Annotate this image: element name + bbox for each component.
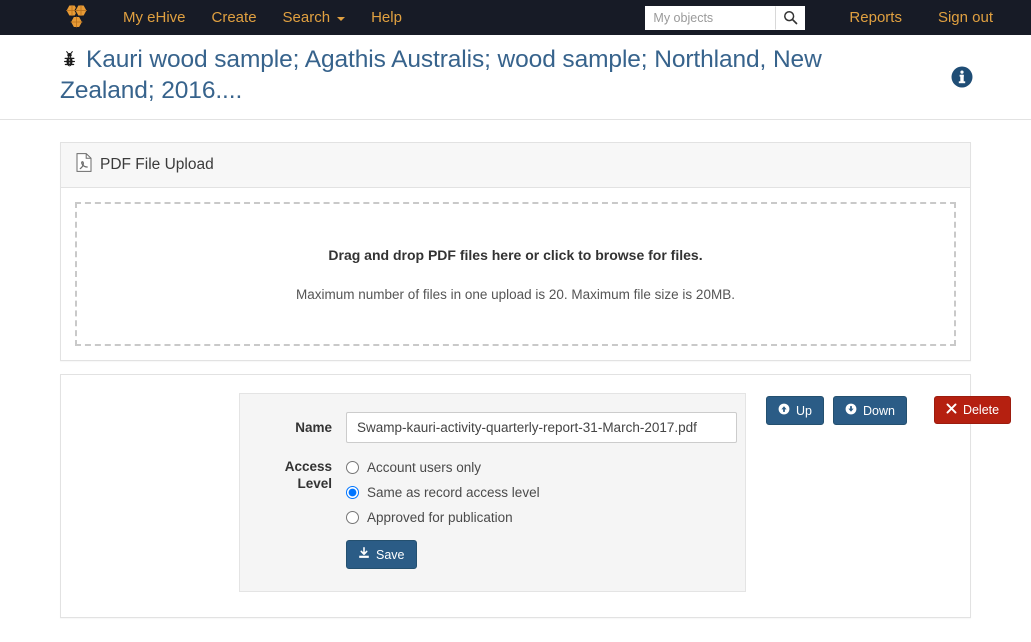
access-level-label: Access Level	[250, 455, 332, 492]
file-dropzone[interactable]: Drag and drop PDF files here or click to…	[75, 202, 956, 346]
navbar-search	[645, 5, 806, 30]
search-button[interactable]	[775, 5, 806, 30]
access-option-label: Same as record access level	[367, 485, 540, 500]
ehive-honeycomb-logo[interactable]	[58, 1, 94, 35]
nav-label: Search	[282, 9, 331, 26]
delete-button-label: Delete	[962, 403, 1000, 417]
file-action-buttons: Up Down Delete	[766, 393, 1012, 425]
pdf-upload-panel-title: PDF File Upload	[100, 156, 214, 173]
pdf-upload-panel: PDF File Upload Drag and drop PDF files …	[60, 142, 971, 361]
name-input-wrap	[332, 412, 737, 443]
nav-item-sign-out[interactable]: Sign out	[920, 0, 1011, 35]
insect-specimen-icon	[60, 47, 79, 76]
save-button-label: Save	[376, 547, 405, 562]
move-down-button[interactable]: Down	[832, 396, 907, 425]
access-level-options: Account users only Same as record access…	[332, 455, 723, 530]
access-option-account-users-only[interactable]: Account users only	[346, 455, 723, 480]
page-title-text: Kauri wood sample; Agathis Australis; wo…	[60, 46, 822, 104]
main-content: PDF File Upload Drag and drop PDF files …	[0, 142, 1031, 618]
pdf-upload-panel-heading: PDF File Upload	[61, 143, 970, 188]
primary-nav: My eHive Create Search Help	[110, 0, 415, 35]
nav-item-reports[interactable]: Reports	[831, 0, 920, 35]
access-option-label: Account users only	[367, 460, 482, 475]
name-label: Name	[295, 420, 332, 435]
name-field-group: Name	[250, 412, 737, 443]
uploaded-file-panel-body: Name Access Level Acc	[61, 375, 1012, 617]
nav-label: My eHive	[123, 9, 186, 26]
times-icon	[946, 403, 957, 417]
nav-item-my-ehive[interactable]: My eHive	[110, 0, 199, 35]
access-radio-same-as-record[interactable]	[346, 486, 359, 499]
access-level-label-line1: Access	[284, 459, 332, 474]
nav-label: Sign out	[937, 9, 993, 26]
move-down-button-label: Down	[862, 403, 895, 418]
nav-item-help[interactable]: Help	[358, 0, 415, 35]
pdf-file-icon	[76, 153, 92, 177]
access-level-label-line2: Level	[297, 476, 332, 491]
access-radio-approved-for-publication[interactable]	[346, 511, 359, 524]
nav-label: Create	[211, 9, 257, 26]
file-metadata-form: Name Access Level Acc	[239, 393, 746, 592]
info-circle-icon[interactable]	[951, 66, 973, 88]
access-option-label: Approved for publication	[367, 510, 513, 525]
arrow-circle-down-icon	[845, 403, 857, 418]
nav-label: Help	[371, 9, 402, 26]
save-download-icon	[358, 547, 370, 562]
access-level-group: Access Level Account users only Same as …	[250, 455, 723, 530]
save-button-wrap: Save	[250, 540, 723, 569]
pdf-upload-panel-body: Drag and drop PDF files here or click to…	[61, 188, 970, 360]
top-navbar: My eHive Create Search Help Reports Sign…	[0, 0, 1031, 35]
search-input[interactable]	[645, 5, 776, 30]
move-up-button-label: Up	[796, 403, 812, 418]
save-button[interactable]: Save	[346, 540, 417, 569]
dropzone-primary-text: Drag and drop PDF files here or click to…	[328, 246, 703, 263]
secondary-nav: Reports Sign out	[831, 0, 1011, 35]
move-up-button[interactable]: Up	[766, 396, 824, 425]
nav-item-create[interactable]: Create	[199, 0, 270, 35]
access-option-approved-for-publication[interactable]: Approved for publication	[346, 505, 723, 530]
dropzone-secondary-text: Maximum number of files in one upload is…	[296, 286, 735, 302]
uploaded-file-panel: Name Access Level Acc	[60, 374, 1012, 618]
arrow-circle-up-icon	[778, 403, 790, 418]
access-option-same-as-record[interactable]: Same as record access level	[346, 480, 723, 505]
page-title: Kauri wood sample; Agathis Australis; wo…	[60, 45, 971, 105]
file-name-input[interactable]	[346, 412, 737, 443]
nav-label: Reports	[849, 9, 902, 26]
page-title-band: Kauri wood sample; Agathis Australis; wo…	[0, 35, 1031, 120]
nav-item-search[interactable]: Search	[270, 0, 359, 35]
file-item-row: Name Access Level Acc	[75, 393, 1012, 592]
access-radio-account-users-only[interactable]	[346, 461, 359, 474]
chevron-down-icon	[337, 16, 346, 21]
search-icon	[783, 11, 798, 25]
delete-button[interactable]: Delete	[933, 396, 1012, 424]
